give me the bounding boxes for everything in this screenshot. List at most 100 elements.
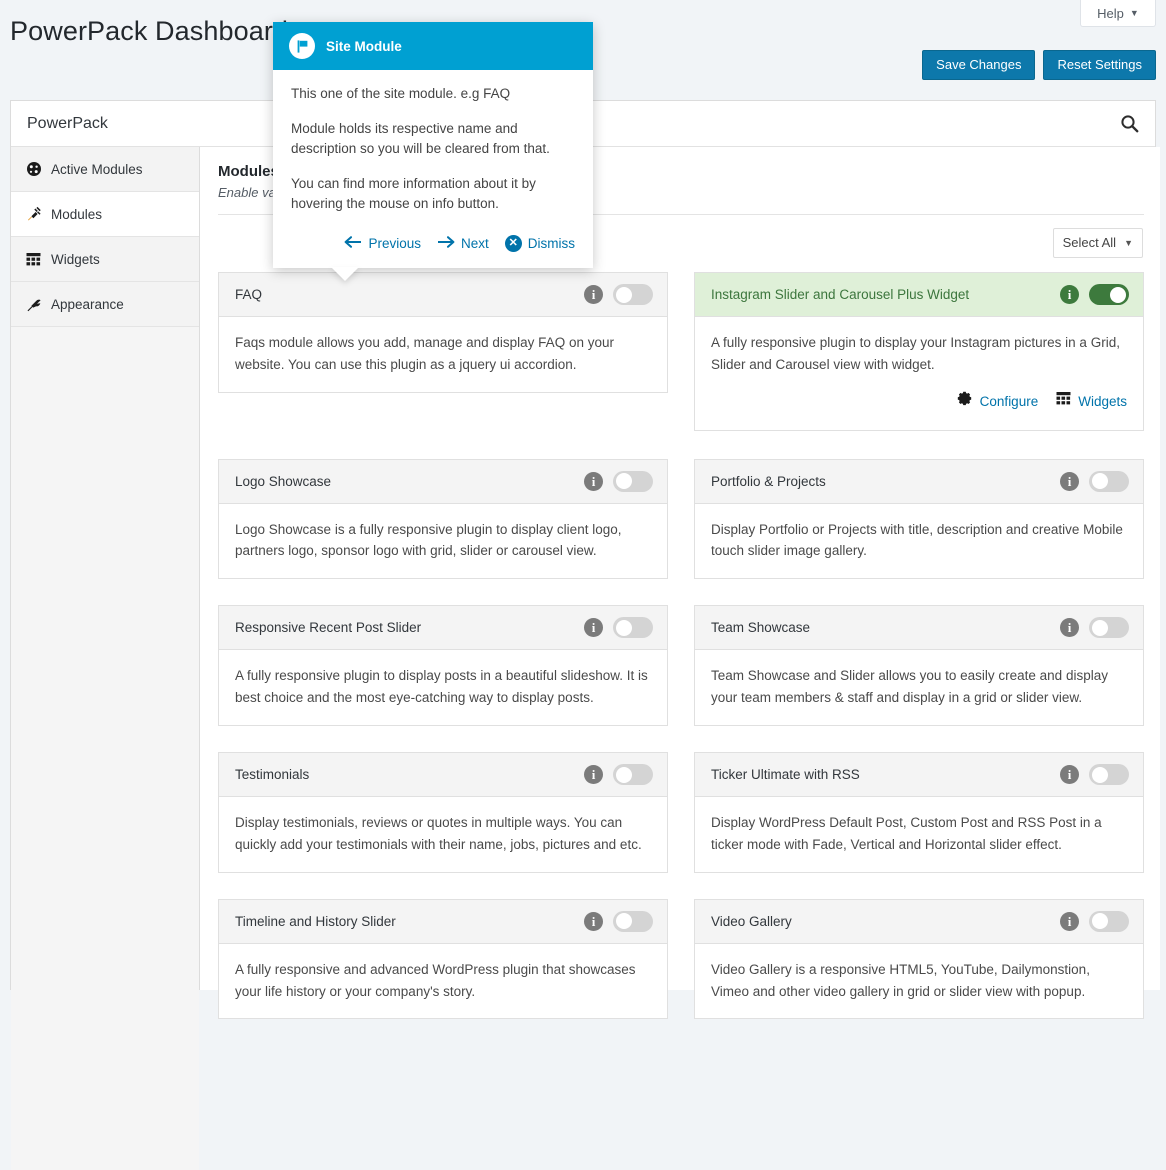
toggle-knob bbox=[616, 473, 632, 490]
module-description: Logo Showcase is a fully responsive plug… bbox=[235, 521, 622, 559]
tour-previous-button[interactable]: Previous bbox=[344, 236, 421, 251]
module-toggle[interactable] bbox=[1089, 764, 1129, 786]
info-icon[interactable]: i bbox=[584, 285, 603, 304]
module-toggle[interactable] bbox=[613, 910, 653, 932]
module-card: Portfolio & Projects i Display Portfolio o… bbox=[694, 458, 1144, 580]
sidebar-item-modules[interactable]: Modules bbox=[11, 192, 199, 237]
select-all-dropdown[interactable]: Select All ▼ bbox=[1052, 228, 1143, 258]
module-card-header: Logo Showcase i bbox=[219, 459, 667, 504]
module-card-header: Team Showcase i bbox=[695, 606, 1143, 651]
toggle-knob bbox=[1092, 619, 1108, 636]
module-link-label: Widgets bbox=[1078, 393, 1127, 409]
tour-previous-label: Previous bbox=[368, 235, 421, 251]
module-description: Faqs module allows you add, manage and d… bbox=[235, 335, 614, 372]
widgets-grid-icon bbox=[25, 251, 42, 268]
module-title: Responsive Recent Post Slider bbox=[235, 620, 422, 636]
info-icon[interactable]: i bbox=[1060, 911, 1079, 931]
tour-paragraph: This one of the site module. e.g FAQ bbox=[291, 86, 511, 101]
tour-next-button[interactable]: Next bbox=[437, 236, 489, 251]
info-icon[interactable]: i bbox=[584, 618, 603, 638]
module-card-header: FAQ i bbox=[219, 273, 667, 317]
select-all-label: Select All bbox=[1062, 235, 1117, 250]
module-toggle[interactable] bbox=[1089, 470, 1129, 492]
sidebar-filler bbox=[11, 327, 199, 1170]
module-title: Portfolio & Projects bbox=[711, 473, 826, 489]
module-card: Team Showcase i Team Showcase and Slider a… bbox=[694, 605, 1144, 727]
module-toggle[interactable] bbox=[1089, 910, 1129, 932]
module-widgets-link[interactable]: Widgets bbox=[1056, 391, 1127, 413]
module-description: A fully responsive and advanced WordPres… bbox=[235, 961, 636, 999]
panel-body: Active Modules Modules Widgets Appearanc… bbox=[11, 147, 1160, 1170]
module-description: Video Gallery is a responsive HTML5, You… bbox=[711, 961, 1090, 999]
sidebar-item-label: Active Modules bbox=[51, 161, 143, 177]
module-card-header: Testimonials i bbox=[219, 753, 667, 798]
tour-paragraph: Module holds its respective name and des… bbox=[291, 120, 550, 157]
module-card-body: Video Gallery is a responsive HTML5, You… bbox=[695, 944, 1143, 1019]
arrow-left-icon bbox=[344, 235, 362, 251]
module-card-body: Faqs module allows you add, manage and d… bbox=[219, 317, 667, 392]
toggle-knob bbox=[616, 619, 632, 636]
info-icon[interactable]: i bbox=[1060, 765, 1079, 785]
dashboard-icon bbox=[25, 161, 42, 178]
info-icon[interactable]: i bbox=[584, 765, 603, 785]
tour-dismiss-button[interactable]: ✕ Dismiss bbox=[504, 234, 575, 252]
module-toggle[interactable] bbox=[613, 617, 653, 639]
save-changes-button[interactable]: Save Changes bbox=[922, 50, 1036, 80]
arrow-right-icon bbox=[437, 235, 455, 251]
module-card-body: Display WordPress Default Post, Custom P… bbox=[695, 797, 1143, 872]
plug-icon bbox=[25, 206, 42, 223]
module-card-links: Configure Widgets bbox=[711, 390, 1127, 414]
module-card-header: Video Gallery i bbox=[695, 899, 1143, 944]
sidebar-item-label: Widgets bbox=[51, 251, 100, 267]
tour-pointer-title: Site Module bbox=[326, 38, 402, 54]
tour-next-label: Next bbox=[460, 235, 489, 251]
toggle-knob bbox=[616, 913, 632, 930]
close-circle-icon: ✕ bbox=[504, 234, 522, 252]
sidebar-item-active-modules[interactable]: Active Modules bbox=[11, 147, 199, 192]
module-toggle[interactable] bbox=[1089, 617, 1129, 639]
module-configure-link[interactable]: Configure bbox=[956, 390, 1038, 414]
module-toggle[interactable] bbox=[613, 284, 653, 305]
toggle-knob bbox=[1092, 913, 1108, 930]
module-card-body: Display Portfolio or Projects with title… bbox=[695, 504, 1143, 579]
module-card: Testimonials i Display testimonials, revie… bbox=[218, 752, 668, 873]
help-label: Help bbox=[1097, 5, 1124, 21]
module-title: Team Showcase bbox=[711, 620, 811, 636]
module-toggle[interactable] bbox=[613, 470, 653, 492]
chevron-down-icon: ▼ bbox=[1124, 237, 1133, 248]
module-title: Ticker Ultimate with RSS bbox=[711, 767, 860, 783]
module-description: A fully responsive plugin to display you… bbox=[711, 335, 1120, 372]
panel-brand: PowerPack bbox=[27, 114, 108, 132]
module-card-body: A fully responsive and advanced WordPres… bbox=[219, 944, 667, 1019]
module-title: Instagram Slider and Carousel Plus Widge… bbox=[711, 287, 970, 302]
module-toggle[interactable] bbox=[1089, 284, 1129, 305]
module-toggle[interactable] bbox=[613, 764, 653, 786]
sidebar-item-appearance[interactable]: Appearance bbox=[11, 282, 199, 327]
help-tab[interactable]: Help ▼ bbox=[1080, 0, 1156, 27]
info-icon[interactable]: i bbox=[1060, 471, 1079, 491]
module-card-header: Timeline and History Slider i bbox=[219, 899, 667, 944]
module-title: Timeline and History Slider bbox=[235, 913, 396, 929]
tour-dismiss-label: Dismiss bbox=[527, 235, 575, 251]
info-icon[interactable]: i bbox=[1060, 285, 1079, 304]
module-title: Video Gallery bbox=[711, 913, 792, 929]
flag-icon bbox=[289, 33, 315, 59]
info-icon[interactable]: i bbox=[1060, 618, 1079, 638]
module-card-body: Logo Showcase is a fully responsive plug… bbox=[219, 504, 667, 579]
reset-settings-button[interactable]: Reset Settings bbox=[1043, 50, 1156, 80]
chevron-down-icon: ▼ bbox=[1129, 8, 1139, 18]
module-card: Ticker Ultimate with RSS i Display WordPre… bbox=[694, 752, 1144, 873]
sidebar: Active Modules Modules Widgets Appearanc… bbox=[11, 147, 200, 1170]
module-card: Logo Showcase i Logo Showcase is a fully r… bbox=[218, 458, 668, 580]
sidebar-item-label: Modules bbox=[51, 206, 103, 222]
module-description: Display WordPress Default Post, Custom P… bbox=[711, 815, 1102, 852]
info-icon[interactable]: i bbox=[584, 911, 603, 931]
module-description: A fully responsive plugin to display pos… bbox=[235, 668, 648, 706]
sidebar-item-widgets[interactable]: Widgets bbox=[11, 237, 199, 282]
module-card-body: Display testimonials, reviews or quotes … bbox=[219, 797, 667, 872]
module-card: FAQ i Faqs module allows you add, manage a… bbox=[218, 272, 668, 393]
search-icon[interactable] bbox=[1117, 112, 1141, 136]
module-description: Display Portfolio or Projects with title… bbox=[711, 521, 1123, 559]
tour-pointer-body: This one of the site module. e.g FAQ Mod… bbox=[273, 70, 593, 233]
info-icon[interactable]: i bbox=[584, 471, 603, 491]
